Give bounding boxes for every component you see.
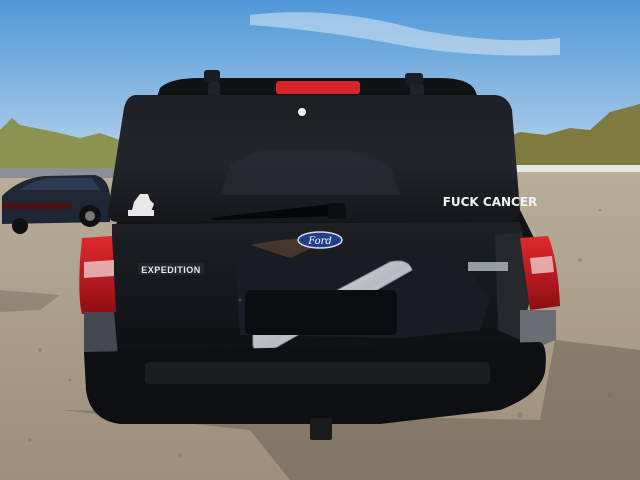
third-brake-light	[276, 81, 360, 94]
suv-photo: FUCK CANCER Ford EXPEDITION	[0, 0, 640, 480]
bumper-step-pad	[145, 362, 490, 384]
photo-scene: FUCK CANCER Ford EXPEDITION	[0, 0, 640, 480]
suv: FUCK CANCER Ford EXPEDITION	[79, 70, 560, 440]
tail-light-left-lens	[84, 260, 114, 278]
trailer-hitch	[310, 418, 332, 440]
model-badge: EXPEDITION	[141, 265, 201, 275]
lower-body-left	[84, 312, 118, 356]
lower-body-right	[520, 310, 556, 346]
right-badge	[468, 262, 508, 271]
glass-reflection	[298, 108, 306, 116]
license-plate-recess	[245, 290, 397, 335]
roof-rack-left	[204, 70, 220, 82]
rear-window-decal: FUCK CANCER	[443, 195, 538, 209]
wiper-arm-base	[328, 203, 346, 219]
ford-logo: Ford	[307, 236, 332, 247]
roof-rack-right	[405, 73, 423, 85]
tail-light-right-lens	[530, 256, 554, 274]
